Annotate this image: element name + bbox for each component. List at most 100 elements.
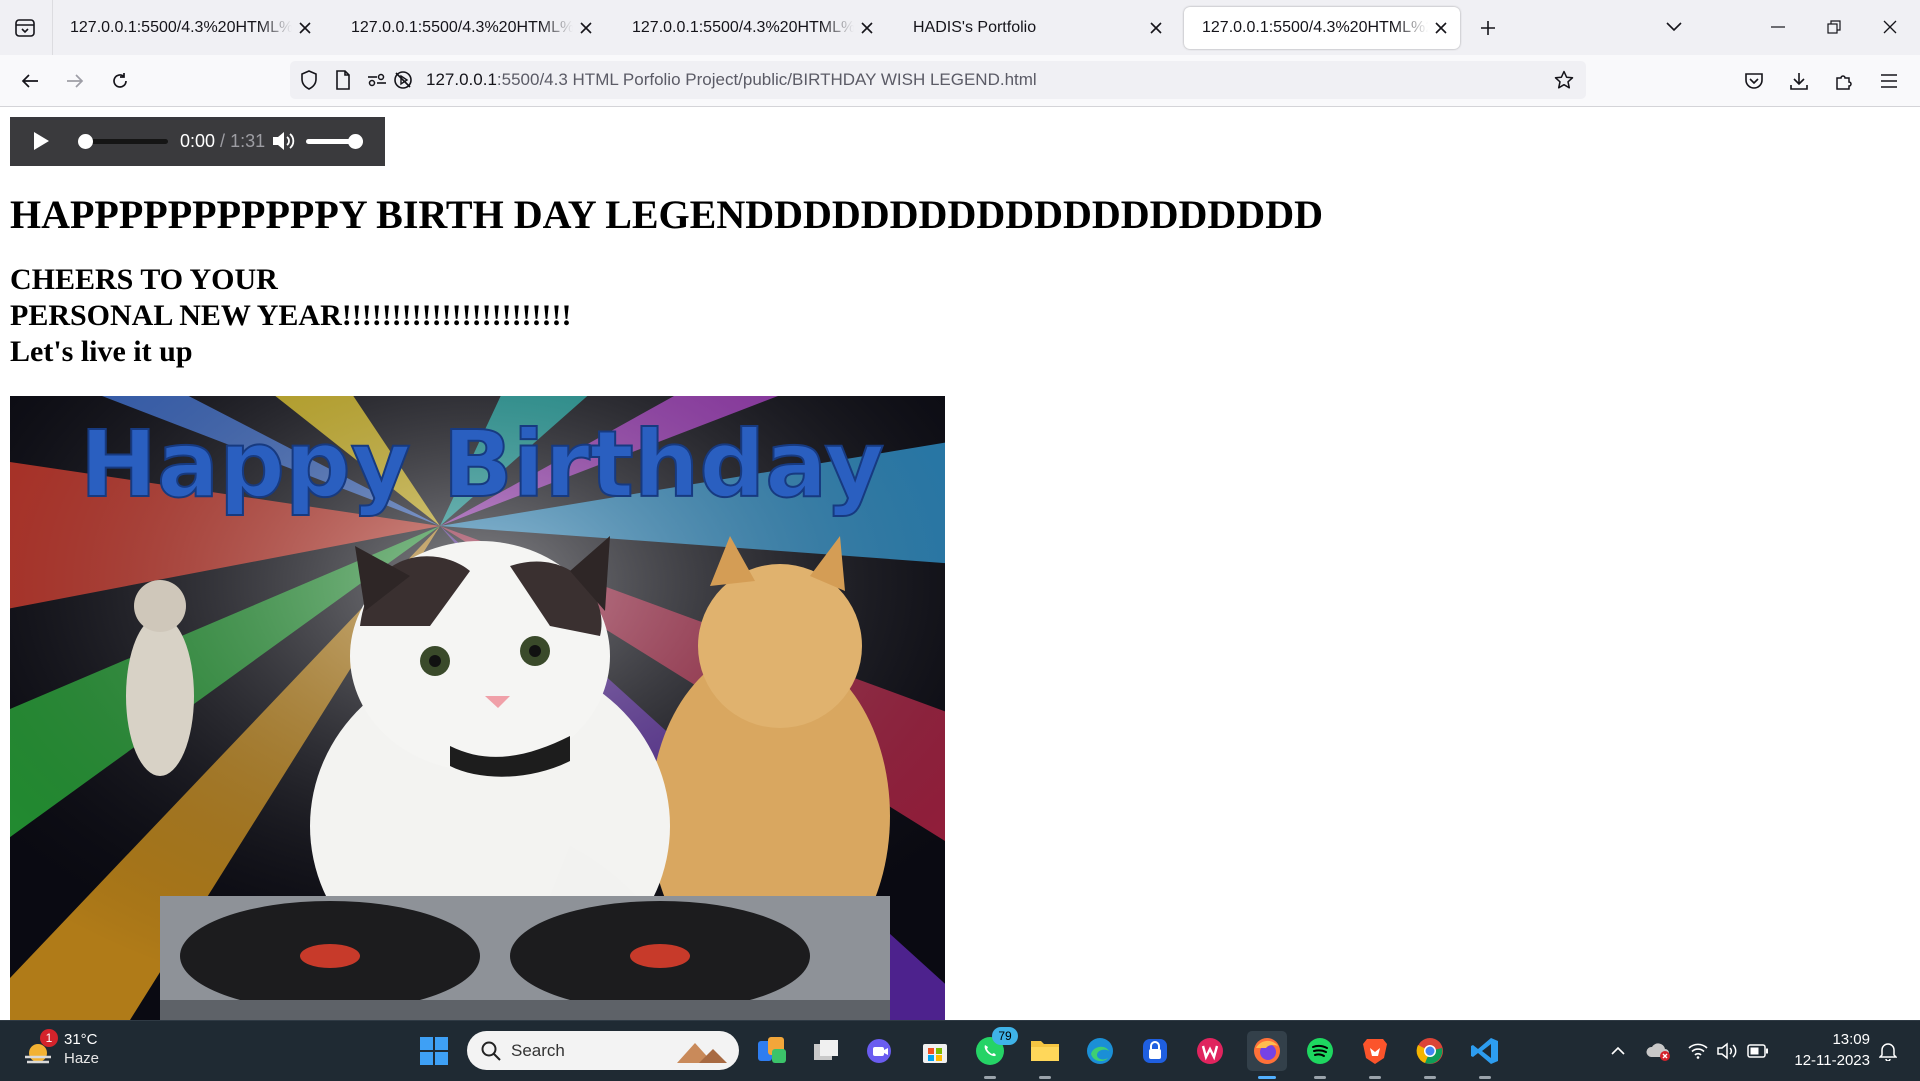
- seek-slider[interactable]: [78, 134, 168, 149]
- volume-slider[interactable]: [306, 134, 363, 149]
- close-window-button[interactable]: [1872, 10, 1908, 44]
- tab-close-button[interactable]: [1428, 15, 1454, 41]
- firefox-icon: [1254, 1038, 1280, 1064]
- seek-slider-thumb[interactable]: [78, 134, 93, 149]
- volume-tray[interactable]: [1714, 1037, 1742, 1065]
- minimize-icon: [1771, 26, 1785, 28]
- url-path: :5500/4.3 HTML Porfolio Project/public/B…: [496, 70, 1037, 89]
- tab-close-button[interactable]: [292, 15, 318, 41]
- birthday-cat-gif: Happy Birthday: [10, 396, 945, 1020]
- tab-1[interactable]: 127.0.0.1:5500/4.3%20HTML%20Porfolio%20P…: [52, 7, 324, 49]
- vscode-icon: [1471, 1038, 1498, 1064]
- back-button[interactable]: [14, 65, 46, 97]
- new-tab-button[interactable]: [1472, 12, 1504, 44]
- cheers-subheading: CHEERS TO YOUR PERSONAL NEW YEAR!!!!!!!!…: [10, 262, 572, 370]
- folder-icon: [1031, 1041, 1059, 1061]
- birthday-heading: HAPPPPPPPPPPPY BIRTH DAY LEGENDDDDDDDDDD…: [10, 192, 1323, 237]
- volume-slider-thumb[interactable]: [348, 134, 363, 149]
- autoplay-blocked-icon[interactable]: [392, 69, 414, 91]
- tab-5-active[interactable]: 127.0.0.1:5500/4.3%20HTML%20Porfolio%20P…: [1184, 7, 1460, 49]
- taskbar-brave[interactable]: [1357, 1033, 1393, 1079]
- weather-widget[interactable]: 1 31°C Haze: [20, 1029, 110, 1073]
- taskbar-vscode[interactable]: [1467, 1033, 1503, 1079]
- taskbar-task-view[interactable]: [808, 1033, 844, 1069]
- show-hidden-icons-button[interactable]: [1604, 1037, 1632, 1065]
- notifications-button[interactable]: [1874, 1037, 1902, 1065]
- app-menu-button[interactable]: [1873, 65, 1905, 97]
- search-placeholder: Search: [511, 1041, 565, 1060]
- wps-office-icon: [1197, 1038, 1223, 1064]
- video-call-icon: [867, 1039, 891, 1063]
- tab-list-button[interactable]: [10, 13, 40, 43]
- url-text[interactable]: 127.0.0.1:5500/4.3 HTML Porfolio Project…: [426, 70, 1037, 90]
- tab-4[interactable]: HADIS's Portfolio: [895, 7, 1175, 49]
- onedrive-tray[interactable]: [1642, 1037, 1674, 1065]
- taskbar-meet[interactable]: [862, 1033, 898, 1069]
- taskbar-search-box[interactable]: Search: [467, 1031, 739, 1070]
- speaker-icon: [1717, 1042, 1737, 1060]
- extensions-button[interactable]: [1828, 65, 1860, 97]
- tab-close-button[interactable]: [1143, 15, 1169, 41]
- reload-button[interactable]: [104, 65, 136, 97]
- tab-3[interactable]: 127.0.0.1:5500/4.3%20HTML%20Porfolio%20P…: [614, 7, 886, 49]
- taskbar-chrome[interactable]: [1412, 1033, 1448, 1079]
- taskbar-file-explorer[interactable]: [1027, 1033, 1063, 1079]
- taskbar-store[interactable]: [917, 1033, 953, 1069]
- bookmark-star-icon[interactable]: [1553, 69, 1575, 91]
- taskbar-vpn[interactable]: [1137, 1033, 1173, 1069]
- taskbar-spotify[interactable]: [1302, 1033, 1338, 1079]
- taskbar-clock[interactable]: 13:09 12-11-2023: [1780, 1029, 1870, 1071]
- shield-icon[interactable]: [298, 69, 320, 91]
- tab-2[interactable]: 127.0.0.1:5500/4.3%20HTML%20Porfolio%20P…: [333, 7, 605, 49]
- birthday-cat-illustration: Happy Birthday: [10, 396, 945, 1020]
- running-indicator: [1424, 1076, 1436, 1079]
- battery-tray[interactable]: [1744, 1037, 1772, 1065]
- minimize-button[interactable]: [1760, 10, 1796, 44]
- edge-icon: [1087, 1038, 1113, 1064]
- tab-list-icon: [15, 19, 35, 37]
- forward-button[interactable]: [59, 65, 91, 97]
- spotify-icon: [1307, 1038, 1333, 1064]
- taskbar-firefox[interactable]: [1247, 1031, 1287, 1079]
- arrow-right-icon: [67, 74, 84, 88]
- search-highlight-pyramid-icon: [677, 1043, 727, 1063]
- address-bar[interactable]: 127.0.0.1:5500/4.3 HTML Porfolio Project…: [290, 61, 1586, 99]
- tab-close-button[interactable]: [854, 15, 880, 41]
- start-button[interactable]: [416, 1033, 452, 1069]
- tab-title: 127.0.0.1:5500/4.3%20HTML%20Porfolio%20P…: [1202, 19, 1428, 36]
- play-icon[interactable]: [30, 130, 52, 152]
- time-separator: /: [215, 131, 231, 151]
- volume-icon[interactable]: [271, 130, 295, 152]
- audio-player[interactable]: 0:00 / 1:31: [10, 117, 385, 166]
- brave-lion-icon: [1363, 1039, 1387, 1064]
- downloads-button[interactable]: [1783, 65, 1815, 97]
- pocket-button[interactable]: [1738, 65, 1770, 97]
- wifi-tray[interactable]: [1684, 1037, 1712, 1065]
- permissions-icon[interactable]: [366, 69, 388, 91]
- restore-button[interactable]: [1816, 10, 1852, 44]
- current-time: 0:00: [180, 131, 216, 151]
- download-icon: [1790, 73, 1808, 90]
- windows-taskbar: 1 31°C Haze Search 79 13:09 12-11-2023: [0, 1020, 1920, 1081]
- taskbar-whatsapp[interactable]: 79: [972, 1027, 1018, 1079]
- close-icon: [1150, 22, 1162, 34]
- taskbar-widgets-app[interactable]: [754, 1033, 790, 1069]
- time-display: 0:00 / 1:31: [180, 131, 265, 152]
- running-indicator: [984, 1076, 996, 1079]
- page-icon[interactable]: [332, 69, 354, 91]
- weather-alert-badge: 1: [40, 1029, 58, 1047]
- subheading-line-2: PERSONAL NEW YEAR!!!!!!!!!!!!!!!!!!!!!!!: [10, 299, 572, 332]
- weather-temperature: 31°C: [64, 1031, 98, 1048]
- running-indicator: [1314, 1076, 1326, 1079]
- tab-title: HADIS's Portfolio: [913, 19, 1037, 36]
- chrome-icon: [1416, 1038, 1443, 1064]
- subheading-line-3: Let's live it up: [10, 335, 193, 368]
- list-all-tabs-button[interactable]: [1656, 10, 1692, 44]
- puzzle-icon: [1836, 75, 1852, 90]
- close-icon: [1883, 20, 1897, 34]
- taskbar-wps[interactable]: [1192, 1033, 1228, 1069]
- running-indicator: [1369, 1076, 1381, 1079]
- tab-close-button[interactable]: [573, 15, 599, 41]
- taskbar-edge[interactable]: [1082, 1033, 1118, 1069]
- windows-logo-icon: [420, 1037, 448, 1065]
